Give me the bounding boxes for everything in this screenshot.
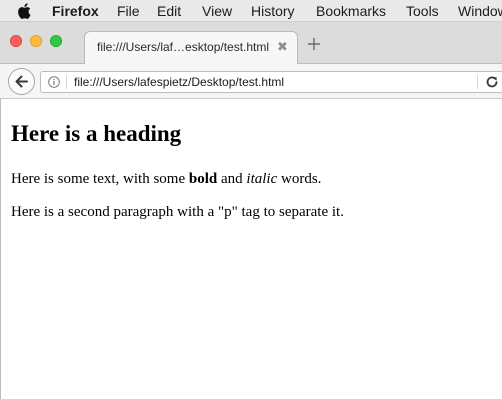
paragraph-1: Here is some text, with some bold and it… [11,170,321,188]
menu-edit[interactable]: Edit [157,3,181,19]
url-divider [66,75,67,89]
url-text[interactable]: file:///Users/lafespietz/Desktop/test.ht… [74,75,284,89]
bold-word: bold [188,171,218,187]
menu-file[interactable]: File [117,3,140,19]
page-viewport: Here is a heading Here is some text, wit… [0,99,502,399]
url-bar[interactable]: file:///Users/lafespietz/Desktop/test.ht… [40,71,502,93]
apple-logo-icon[interactable] [17,3,31,19]
info-icon[interactable] [48,76,60,88]
menu-bar: Firefox File Edit View History Bookmarks… [0,0,502,22]
reload-divider [477,75,478,89]
menu-bookmarks[interactable]: Bookmarks [316,3,386,19]
window-close-button[interactable] [10,35,22,47]
menu-tools[interactable]: Tools [406,3,439,19]
navigation-toolbar: file:///Users/lafespietz/Desktop/test.ht… [0,64,502,99]
plus-icon[interactable] [307,37,321,51]
paragraph-1-text-start: Here is some text, with some [11,171,189,187]
window-maximize-button[interactable] [50,35,62,47]
paragraph-1-text-middle: and [217,171,247,187]
menu-firefox[interactable]: Firefox [52,3,99,19]
window-minimize-button[interactable] [30,35,42,47]
menu-history[interactable]: History [251,3,295,19]
reload-icon[interactable] [485,75,499,89]
tab-title: file:///Users/laf…esktop/test.html [97,40,270,54]
italic-word: italic [246,171,278,187]
back-arrow-icon [15,75,28,88]
menu-window[interactable]: Window [458,3,502,19]
paragraph-2: Here is a second paragraph with a "p" ta… [11,204,344,220]
back-button[interactable] [8,68,35,95]
active-tab[interactable]: file:///Users/laf…esktop/test.html ✖ [84,31,298,64]
page-heading: Here is a heading [11,121,182,146]
paragraph-1-text-end: words. [277,171,322,187]
tab-strip: file:///Users/laf…esktop/test.html ✖ [0,22,502,64]
menu-view[interactable]: View [202,3,232,19]
close-icon[interactable]: ✖ [277,40,288,54]
